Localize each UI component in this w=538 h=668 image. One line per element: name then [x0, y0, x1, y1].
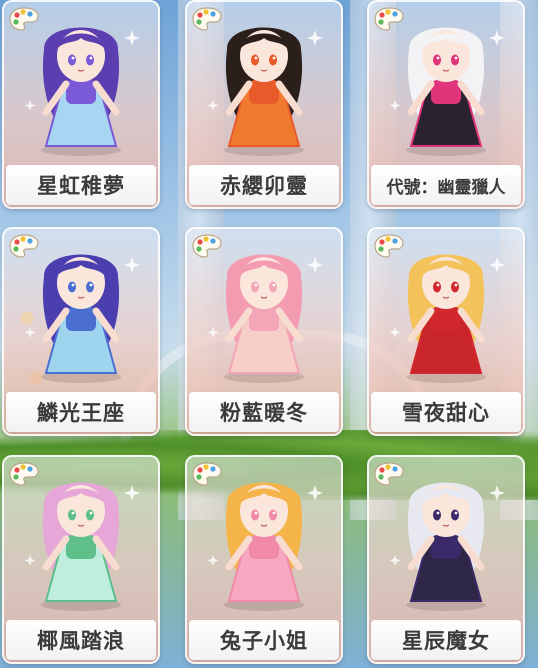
outfit-name: 代號：幽靈獵人	[386, 177, 506, 198]
outfit-name: 赤纓卯靈	[220, 174, 308, 198]
outfit-name-bar: 粉藍暖冬	[189, 392, 339, 432]
outfit-name: 星辰魔女	[402, 629, 490, 653]
outfit-name-bar: 星辰魔女	[371, 620, 521, 660]
outfit-card[interactable]: 星辰魔女	[367, 455, 525, 664]
outfit-name-bar: 雪夜甜心	[371, 392, 521, 432]
outfit-card[interactable]: 鱗光王座	[2, 227, 160, 436]
outfit-card[interactable]: 赤纓卯靈	[185, 0, 343, 209]
palette-icon	[9, 234, 39, 258]
outfit-name: 鱗光王座	[37, 401, 125, 425]
palette-icon	[192, 234, 222, 258]
palette-icon	[374, 7, 404, 31]
outfit-grid: 星虹稚夢 赤纓卯靈 代號：幽靈獵人 鱗光王座 粉藍暖冬 雪夜甜心 椰風踏浪 兔子…	[0, 0, 538, 668]
outfit-card[interactable]: 兔子小姐	[185, 455, 343, 664]
outfit-name: 椰風踏浪	[37, 629, 125, 653]
palette-icon	[9, 7, 39, 31]
palette-icon	[9, 462, 39, 486]
outfit-name: 兔子小姐	[220, 629, 308, 653]
outfit-name: 雪夜甜心	[402, 401, 490, 425]
outfit-card[interactable]: 粉藍暖冬	[185, 227, 343, 436]
outfit-name-bar: 星虹稚夢	[6, 165, 156, 205]
palette-icon	[192, 7, 222, 31]
outfit-card[interactable]: 椰風踏浪	[2, 455, 160, 664]
outfit-name: 粉藍暖冬	[220, 401, 308, 425]
outfit-card[interactable]: 雪夜甜心	[367, 227, 525, 436]
palette-icon	[374, 462, 404, 486]
outfit-card[interactable]: 星虹稚夢	[2, 0, 160, 209]
palette-icon	[374, 234, 404, 258]
outfit-name-bar: 代號：幽靈獵人	[371, 165, 521, 205]
outfit-name-bar: 赤纓卯靈	[189, 165, 339, 205]
palette-icon	[192, 462, 222, 486]
outfit-name-bar: 椰風踏浪	[6, 620, 156, 660]
outfit-name-bar: 兔子小姐	[189, 620, 339, 660]
outfit-card[interactable]: 代號：幽靈獵人	[367, 0, 525, 209]
outfit-name-bar: 鱗光王座	[6, 392, 156, 432]
outfit-name: 星虹稚夢	[37, 174, 125, 198]
